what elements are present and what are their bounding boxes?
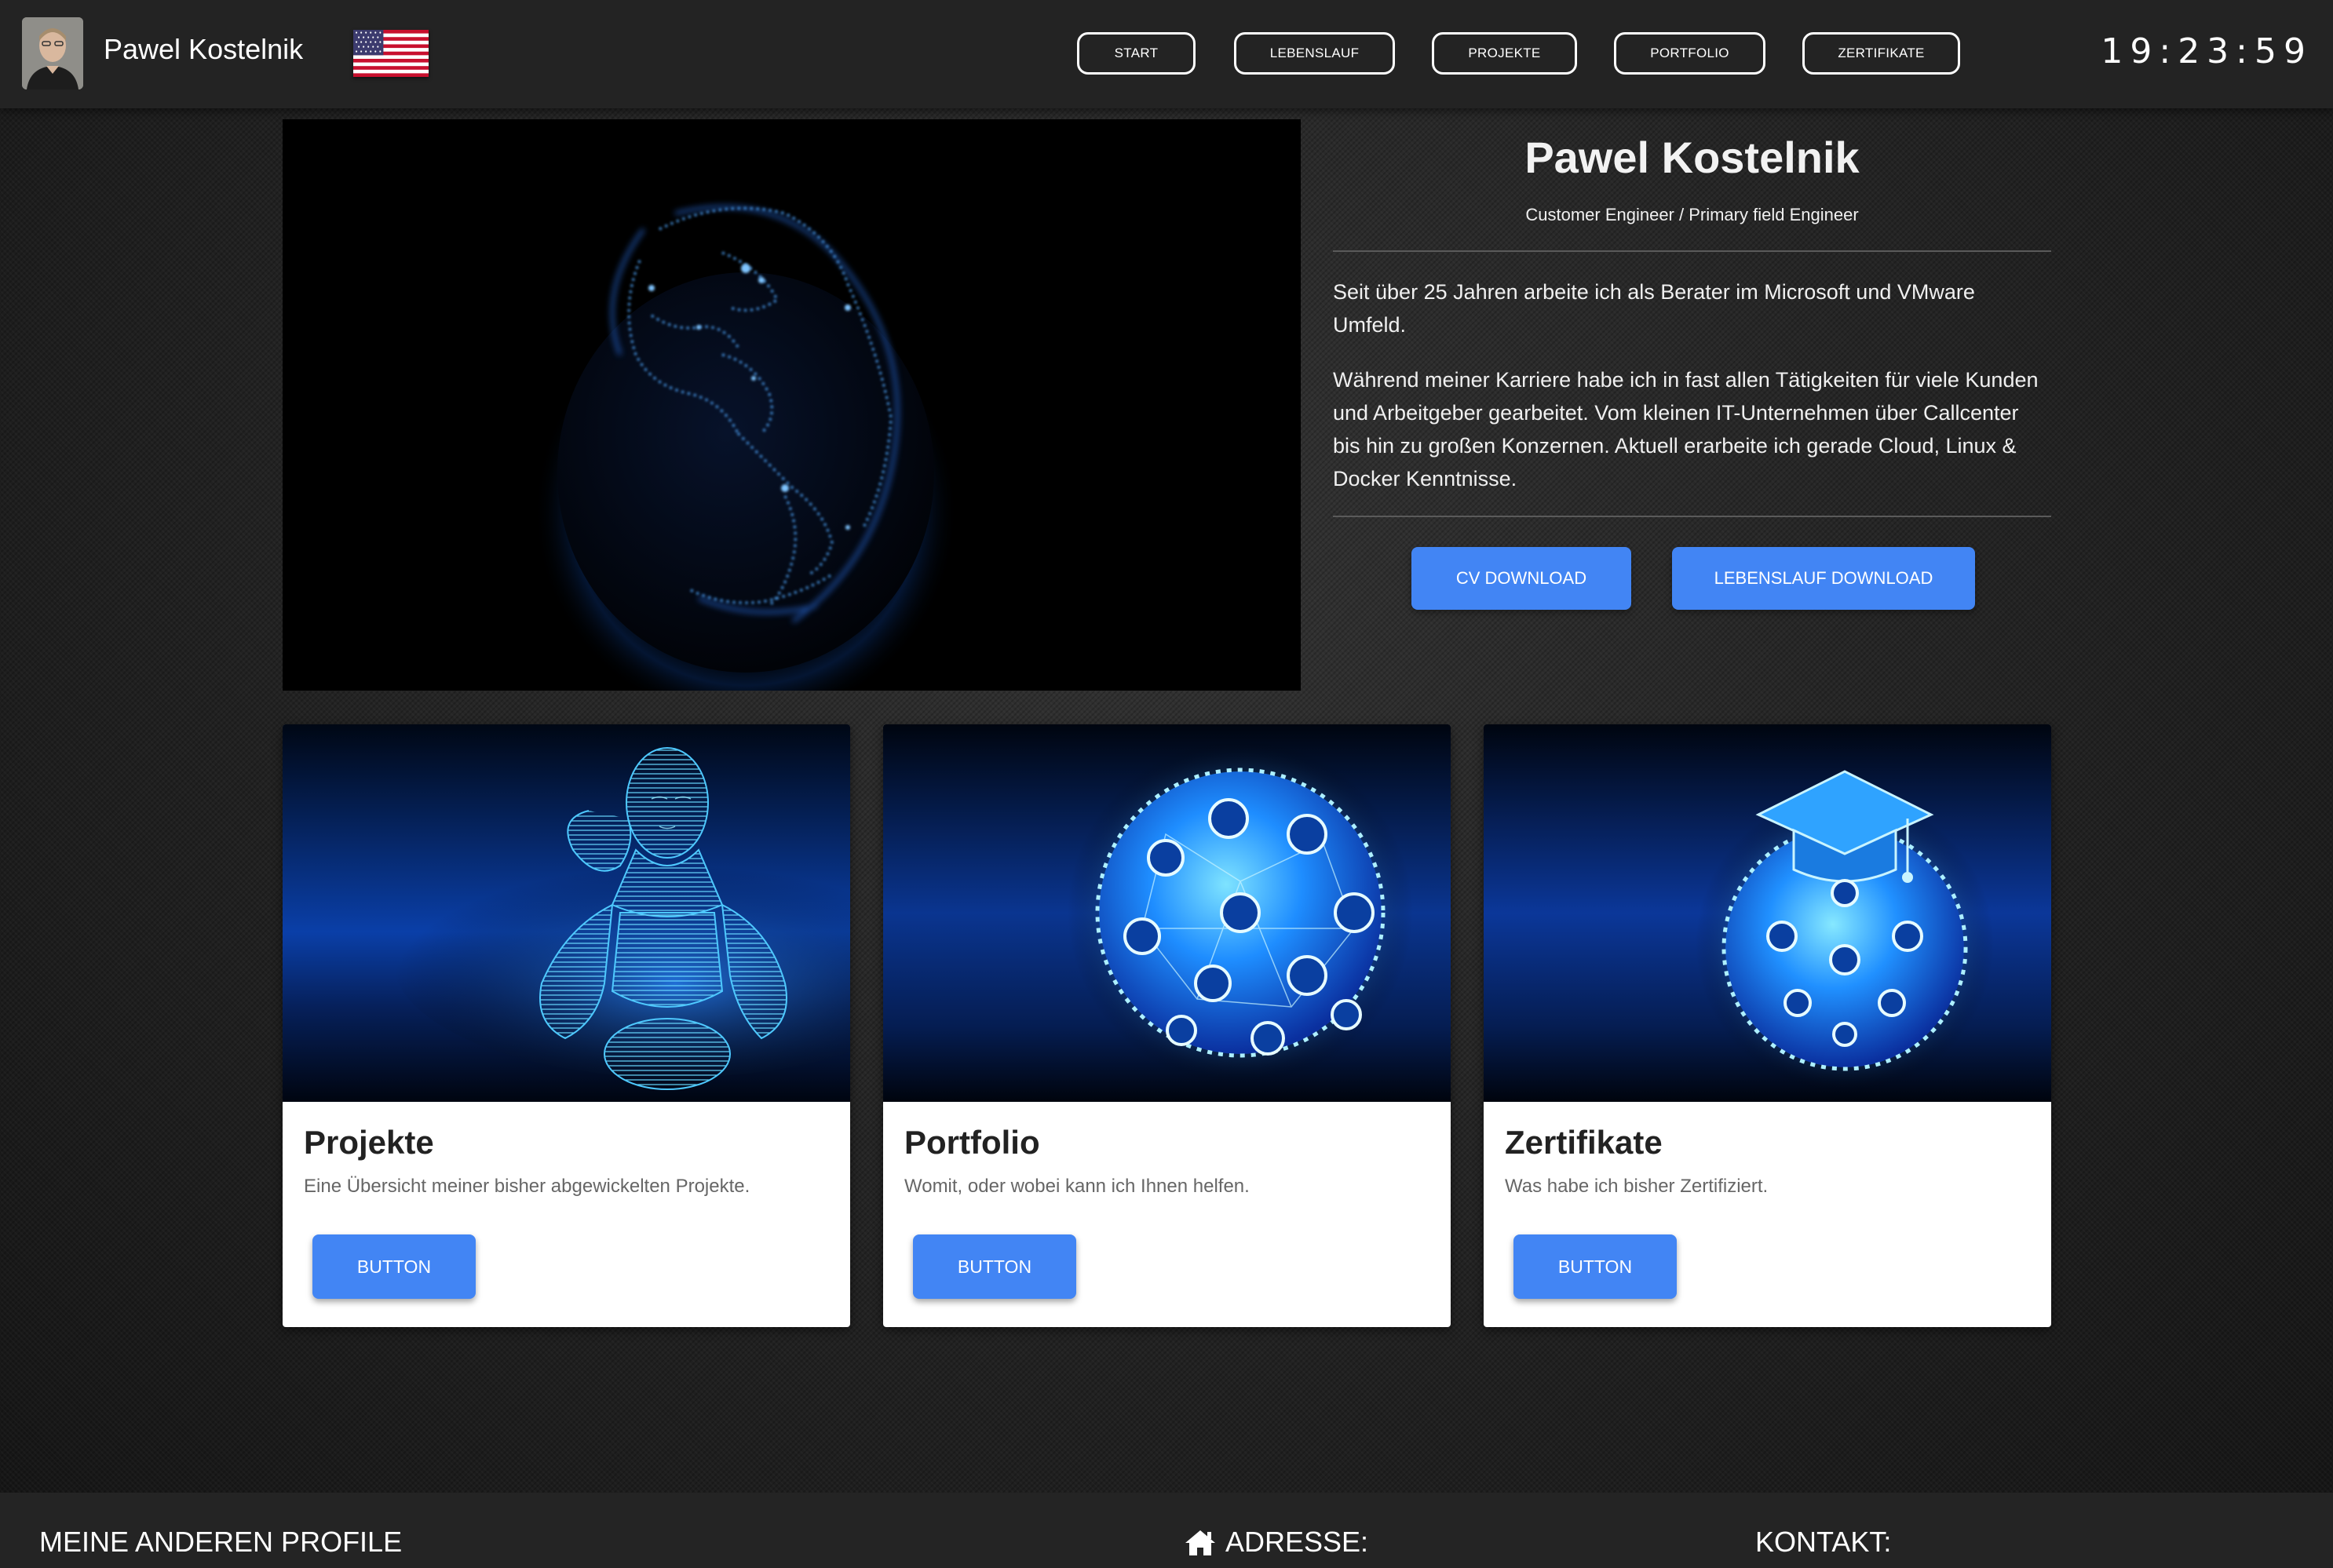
avatar-photo	[22, 17, 83, 89]
card-projekte-button[interactable]: BUTTON	[312, 1234, 476, 1299]
card-title: Projekte	[304, 1124, 434, 1161]
clock: 19:23:59	[2101, 31, 2313, 71]
card-title: Portfolio	[904, 1124, 1040, 1161]
card-title: Zertifikate	[1505, 1124, 1663, 1161]
card-portfolio: Portfolio Womit, oder wobei kann ich Ihn…	[883, 724, 1451, 1327]
card-image-graduation	[1484, 724, 2051, 1102]
lebenslauf-download-button[interactable]: LEBENSLAUF DOWNLOAD	[1672, 547, 1975, 610]
profile-panel: Pawel Kostelnik Customer Engineer / Prim…	[1333, 119, 2051, 611]
profile-role: Customer Engineer / Primary field Engine…	[1525, 205, 1859, 224]
divider	[1333, 250, 2051, 252]
nav-lebenslauf[interactable]: LEBENSLAUF	[1234, 32, 1395, 75]
card-image-robot	[283, 724, 850, 1102]
us-flag-icon[interactable]	[353, 30, 429, 77]
card-zertifikate: Zertifikate Was habe ich bisher Zertifiz…	[1484, 724, 2051, 1327]
profile-paragraph: Seit über 25 Jahren arbeite ich als Bera…	[1333, 280, 1975, 337]
footer: MEINE ANDEREN PROFILE ADRESSE: KONTAKT:	[0, 1493, 2333, 1568]
brand-name[interactable]: Pawel Kostelnik	[104, 33, 303, 66]
profile-name: Pawel Kostelnik	[1524, 133, 1860, 182]
nav-projekte[interactable]: PROJEKTE	[1432, 32, 1577, 75]
cv-download-button[interactable]: CV DOWNLOAD	[1411, 547, 1631, 610]
nav-start[interactable]: START	[1077, 32, 1196, 75]
top-navbar: Pawel Kostelnik START LEBENSLAUF PROJEKT…	[0, 0, 2333, 108]
nav-portfolio[interactable]: PORTFOLIO	[1614, 32, 1765, 75]
avatar[interactable]	[22, 17, 83, 89]
nav-zertifikate[interactable]: ZERTIFIKATE	[1802, 32, 1960, 75]
contact-heading: KONTAKT:	[1755, 1526, 1892, 1558]
card-text: Womit, oder wobei kann ich Ihnen helfen.	[904, 1176, 1250, 1197]
card-zertifikate-button[interactable]: BUTTON	[1513, 1234, 1677, 1299]
address-heading: ADRESSE:	[1225, 1526, 1369, 1558]
profiles-heading: MEINE ANDEREN PROFILE	[39, 1526, 403, 1558]
card-projekte: Projekte Eine Übersicht meiner bisher ab…	[283, 724, 850, 1327]
home-icon	[1184, 1529, 1217, 1557]
card-portfolio-button[interactable]: BUTTON	[913, 1234, 1076, 1299]
card-image-globe	[883, 724, 1451, 1102]
profile-paragraph: Während meiner Karriere habe ich in fast…	[1333, 368, 2039, 490]
card-text: Eine Übersicht meiner bisher abgewickelt…	[304, 1176, 750, 1197]
card-text: Was habe ich bisher Zertifiziert.	[1505, 1176, 1769, 1197]
download-buttons: CV DOWNLOAD LEBENSLAUF DOWNLOAD	[1333, 517, 2051, 611]
hero-globe-video[interactable]	[283, 119, 1301, 691]
profile-description: Seit über 25 Jahren arbeite ich als Bera…	[1333, 275, 2051, 495]
